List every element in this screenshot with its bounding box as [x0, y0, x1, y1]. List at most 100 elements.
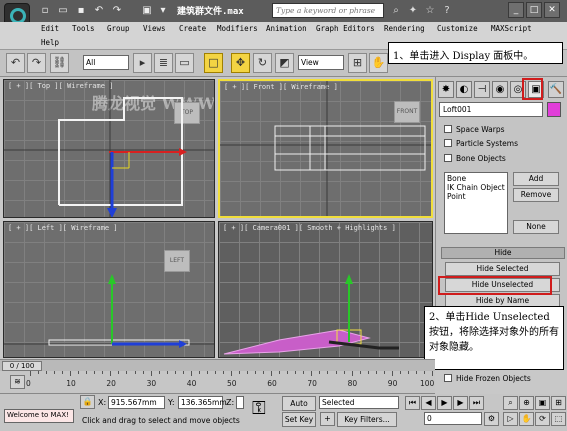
hide-selected-button[interactable]: Hide Selected: [445, 262, 560, 276]
object-color-swatch[interactable]: [547, 102, 561, 117]
project-folder-icon[interactable]: ▣: [140, 4, 154, 17]
pan-icon[interactable]: ✋: [519, 412, 534, 426]
time-slider-thumb[interactable]: 0 / 100: [2, 361, 42, 371]
create-tab-icon[interactable]: ✸: [438, 81, 454, 98]
hide-rollout-header[interactable]: Hide: [441, 247, 565, 259]
dropdown-arrow-icon[interactable]: ▾: [156, 4, 170, 17]
menu-animation[interactable]: Animation: [266, 24, 307, 33]
viewport-front[interactable]: [ + ][ Front ][ Wireframe ] FRONT: [218, 79, 433, 218]
add-button[interactable]: Add: [513, 172, 559, 186]
motion-tab-icon[interactable]: ◉: [492, 81, 508, 98]
remove-button[interactable]: Remove: [513, 188, 559, 202]
z-coordinate-field[interactable]: [236, 396, 244, 409]
zoom-all-icon[interactable]: ⊕: [519, 396, 534, 410]
go-to-end-icon[interactable]: ⏭: [469, 396, 484, 410]
mini-curve-editor-icon[interactable]: ≋: [10, 375, 25, 389]
menu-customize[interactable]: Customize: [437, 24, 478, 33]
viewport-top[interactable]: [ + ][ Top ][ Wireframe ] 腾龙视觉 WWW.TLVI.…: [3, 79, 215, 218]
maximize-viewport-icon[interactable]: ⬚: [551, 412, 566, 426]
bone-objects-checkbox[interactable]: Bone Objects: [444, 154, 506, 163]
hide-frozen-objects-checkbox[interactable]: Hide Frozen Objects: [444, 374, 531, 383]
select-and-rotate-icon[interactable]: ↻: [253, 53, 272, 73]
track-bar[interactable]: ≋ 0 10 20 30 40 50 60 70 80 90 100: [0, 371, 435, 394]
selection-filter-dropdown[interactable]: All: [83, 55, 129, 70]
menu-tools[interactable]: Tools: [72, 24, 95, 33]
redo-icon[interactable]: ↷: [110, 4, 124, 17]
minimize-button[interactable]: _: [508, 2, 524, 18]
x-coordinate-field[interactable]: 915.567mm: [108, 396, 165, 409]
menu-graph-editors[interactable]: Graph Editors: [316, 24, 375, 33]
communication-center-icon[interactable]: ✦: [405, 3, 421, 19]
viewport-left[interactable]: [ + ][ Left ][ Wireframe ] LEFT: [3, 221, 215, 358]
menu-help[interactable]: Help: [41, 38, 59, 47]
object-name-field[interactable]: Loft001: [439, 102, 543, 117]
hide-by-category-list[interactable]: Bone IK Chain Object Point: [444, 172, 508, 234]
open-file-icon[interactable]: ▭: [56, 4, 70, 17]
hierarchy-tab-icon[interactable]: ⊣: [474, 81, 490, 98]
pivot-center-icon[interactable]: ⊞: [348, 53, 367, 73]
time-config-icon[interactable]: ⚙: [484, 412, 499, 426]
maximize-button[interactable]: □: [526, 2, 542, 18]
menu-rendering[interactable]: Rendering: [384, 24, 425, 33]
time-slider[interactable]: 0 / 100: [0, 359, 435, 371]
timeline-tick: [30, 371, 31, 376]
binoculars-icon[interactable]: ⌕: [388, 3, 404, 19]
select-and-scale-icon[interactable]: ◩: [275, 53, 294, 73]
list-item[interactable]: Bone: [447, 174, 505, 183]
go-to-start-icon[interactable]: ⏮: [405, 396, 420, 410]
set-keys-plus-icon[interactable]: +: [320, 412, 335, 426]
select-by-name-icon[interactable]: ≣: [154, 53, 173, 73]
menu-create[interactable]: Create: [179, 24, 206, 33]
rectangular-selection-icon[interactable]: ▭: [175, 53, 194, 73]
manipulate-icon[interactable]: ✋: [369, 53, 388, 73]
timeline-tick-label: 30: [146, 379, 157, 388]
new-file-icon[interactable]: ▫: [38, 4, 52, 17]
previous-frame-icon[interactable]: ◀: [421, 396, 436, 410]
menu-modifiers[interactable]: Modifiers: [217, 24, 258, 33]
viewport-camera[interactable]: [ + ][ Camera001 ][ Smooth + Highlights …: [218, 221, 433, 358]
timeline-tick-label: 20: [106, 379, 116, 388]
auto-key-button[interactable]: Auto Key: [282, 396, 316, 421]
undo-icon[interactable]: ↶: [92, 4, 106, 17]
particle-systems-checkbox[interactable]: Particle Systems: [444, 139, 518, 148]
menu-edit[interactable]: Edit: [41, 24, 59, 33]
current-frame-field[interactable]: 0: [424, 412, 482, 425]
utilities-tab-icon[interactable]: 🔨: [548, 81, 564, 98]
search-input[interactable]: Type a keyword or phrase: [272, 3, 384, 18]
zoom-extents-all-icon[interactable]: ⊞: [551, 396, 566, 410]
lock-selection-icon[interactable]: 🔒: [80, 395, 95, 409]
field-of-view-icon[interactable]: ▷: [503, 412, 518, 426]
help-icon[interactable]: ?: [439, 3, 455, 19]
maxscript-listener[interactable]: Welcome to MAX!: [4, 409, 74, 423]
list-item[interactable]: IK Chain Object: [447, 183, 505, 192]
reference-coordinate-dropdown[interactable]: View: [298, 55, 344, 70]
favorites-star-icon[interactable]: ☆: [422, 3, 438, 19]
zoom-extents-icon[interactable]: ▣: [535, 396, 550, 410]
set-key-button[interactable]: Set Key: [282, 412, 316, 427]
play-icon[interactable]: ▶: [437, 396, 452, 410]
key-mode-dropdown[interactable]: Selected: [319, 396, 399, 409]
menu-maxscript[interactable]: MAXScript: [491, 24, 532, 33]
zoom-icon[interactable]: ⌕: [503, 396, 518, 410]
y-coordinate-field[interactable]: 136.365mm: [178, 396, 227, 409]
none-button[interactable]: None: [513, 220, 559, 234]
space-warps-checkbox[interactable]: Space Warps: [444, 125, 505, 134]
key-filters-button[interactable]: Key Filters...: [337, 412, 397, 427]
key-icon[interactable]: ⚿: [252, 398, 266, 419]
modify-tab-icon[interactable]: ◐: [456, 81, 472, 98]
orbit-icon[interactable]: ⟳: [535, 412, 550, 426]
select-and-move-icon[interactable]: ✥: [231, 53, 250, 73]
next-frame-icon[interactable]: ▶: [453, 396, 468, 410]
select-object-icon[interactable]: ▸: [133, 53, 152, 73]
timeline-minor-tick: [375, 371, 377, 374]
window-crossing-icon[interactable]: □: [204, 53, 223, 73]
link-icon[interactable]: ⛓: [50, 53, 69, 73]
menu-group[interactable]: Group: [107, 24, 130, 33]
menu-views[interactable]: Views: [143, 24, 166, 33]
undo-tool-icon[interactable]: ↶: [6, 53, 25, 73]
redo-tool-icon[interactable]: ↷: [27, 53, 46, 73]
timeline-minor-tick: [206, 371, 208, 374]
close-button[interactable]: ✕: [544, 2, 560, 18]
list-item[interactable]: Point: [447, 192, 505, 201]
save-file-icon[interactable]: ▪: [74, 4, 88, 17]
